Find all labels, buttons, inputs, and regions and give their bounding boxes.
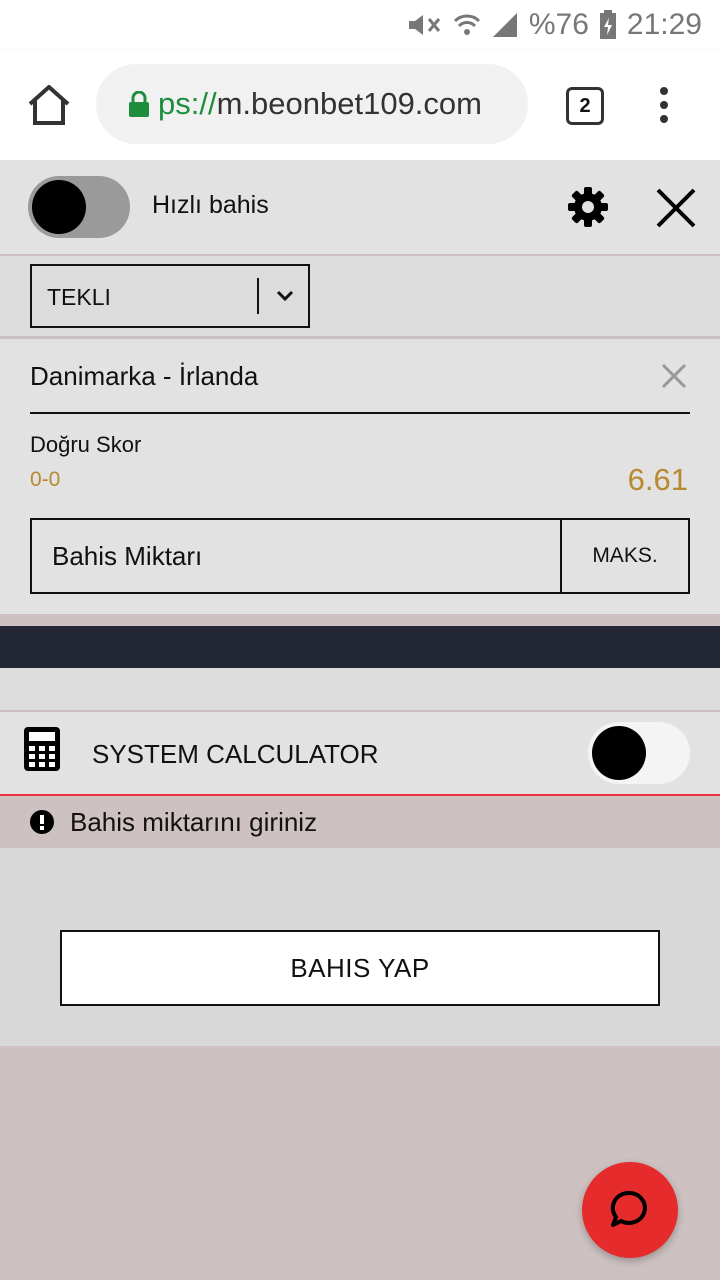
gear-icon[interactable]	[566, 185, 610, 229]
bet-type-value: TEKLI	[47, 284, 111, 310]
battery-percent: %76	[528, 8, 589, 41]
warning-text: Bahis miktarını giriniz	[70, 807, 318, 837]
quick-bet-label: Hızlı bahis	[152, 191, 269, 219]
system-calculator-label: SYSTEM CALCULATOR	[92, 739, 379, 769]
light-band	[0, 668, 720, 712]
signal-icon	[492, 13, 517, 37]
market-name: Doğru Skor	[30, 432, 142, 457]
status-bar: %76 21:29	[0, 0, 720, 50]
chevron-down-icon	[276, 290, 294, 302]
max-stake-button[interactable]: MAKS.	[560, 520, 688, 592]
stake-placeholder: Bahis Miktarı	[52, 541, 203, 571]
url-scheme: ps://	[158, 86, 217, 121]
chat-bubble-icon	[610, 1190, 647, 1227]
battery-icon	[599, 10, 616, 39]
clock: 21:29	[626, 8, 702, 41]
toggle-knob	[32, 180, 86, 234]
stake-input[interactable]: Bahis Miktarı MAKS.	[30, 518, 690, 594]
remove-bet-icon[interactable]	[660, 362, 688, 390]
mute-icon	[408, 15, 441, 35]
wifi-icon	[453, 14, 480, 35]
home-icon[interactable]	[24, 80, 74, 130]
selection-name: 0-0	[30, 468, 61, 491]
more-menu-icon[interactable]	[652, 85, 676, 125]
divider	[30, 412, 690, 414]
url-text: ps://m.beonbet109.com	[158, 86, 482, 122]
calculator-icon	[24, 727, 60, 771]
browser-toolbar: ps://m.beonbet109.com 2	[0, 50, 720, 160]
chat-button[interactable]	[582, 1162, 678, 1258]
match-name: Danimarka - İrlanda	[30, 361, 259, 391]
lock-icon	[129, 91, 149, 117]
system-calculator-toggle[interactable]	[588, 722, 690, 784]
spacer	[0, 614, 720, 626]
address-bar[interactable]: ps://m.beonbet109.com	[96, 64, 528, 144]
select-divider	[257, 278, 259, 314]
alert-icon	[30, 810, 54, 834]
url-host: m.beonbet109.com	[216, 86, 482, 121]
place-bet-button[interactable]: BAHIS YAP	[60, 930, 660, 1006]
close-icon[interactable]	[652, 184, 700, 232]
toggle-knob	[592, 726, 646, 780]
dark-band	[0, 626, 720, 668]
bet-type-select[interactable]: TEKLI	[30, 264, 310, 328]
tab-switcher-button[interactable]: 2	[566, 87, 604, 125]
odds-value: 6.61	[627, 462, 688, 497]
quick-bet-toggle[interactable]	[28, 176, 130, 238]
